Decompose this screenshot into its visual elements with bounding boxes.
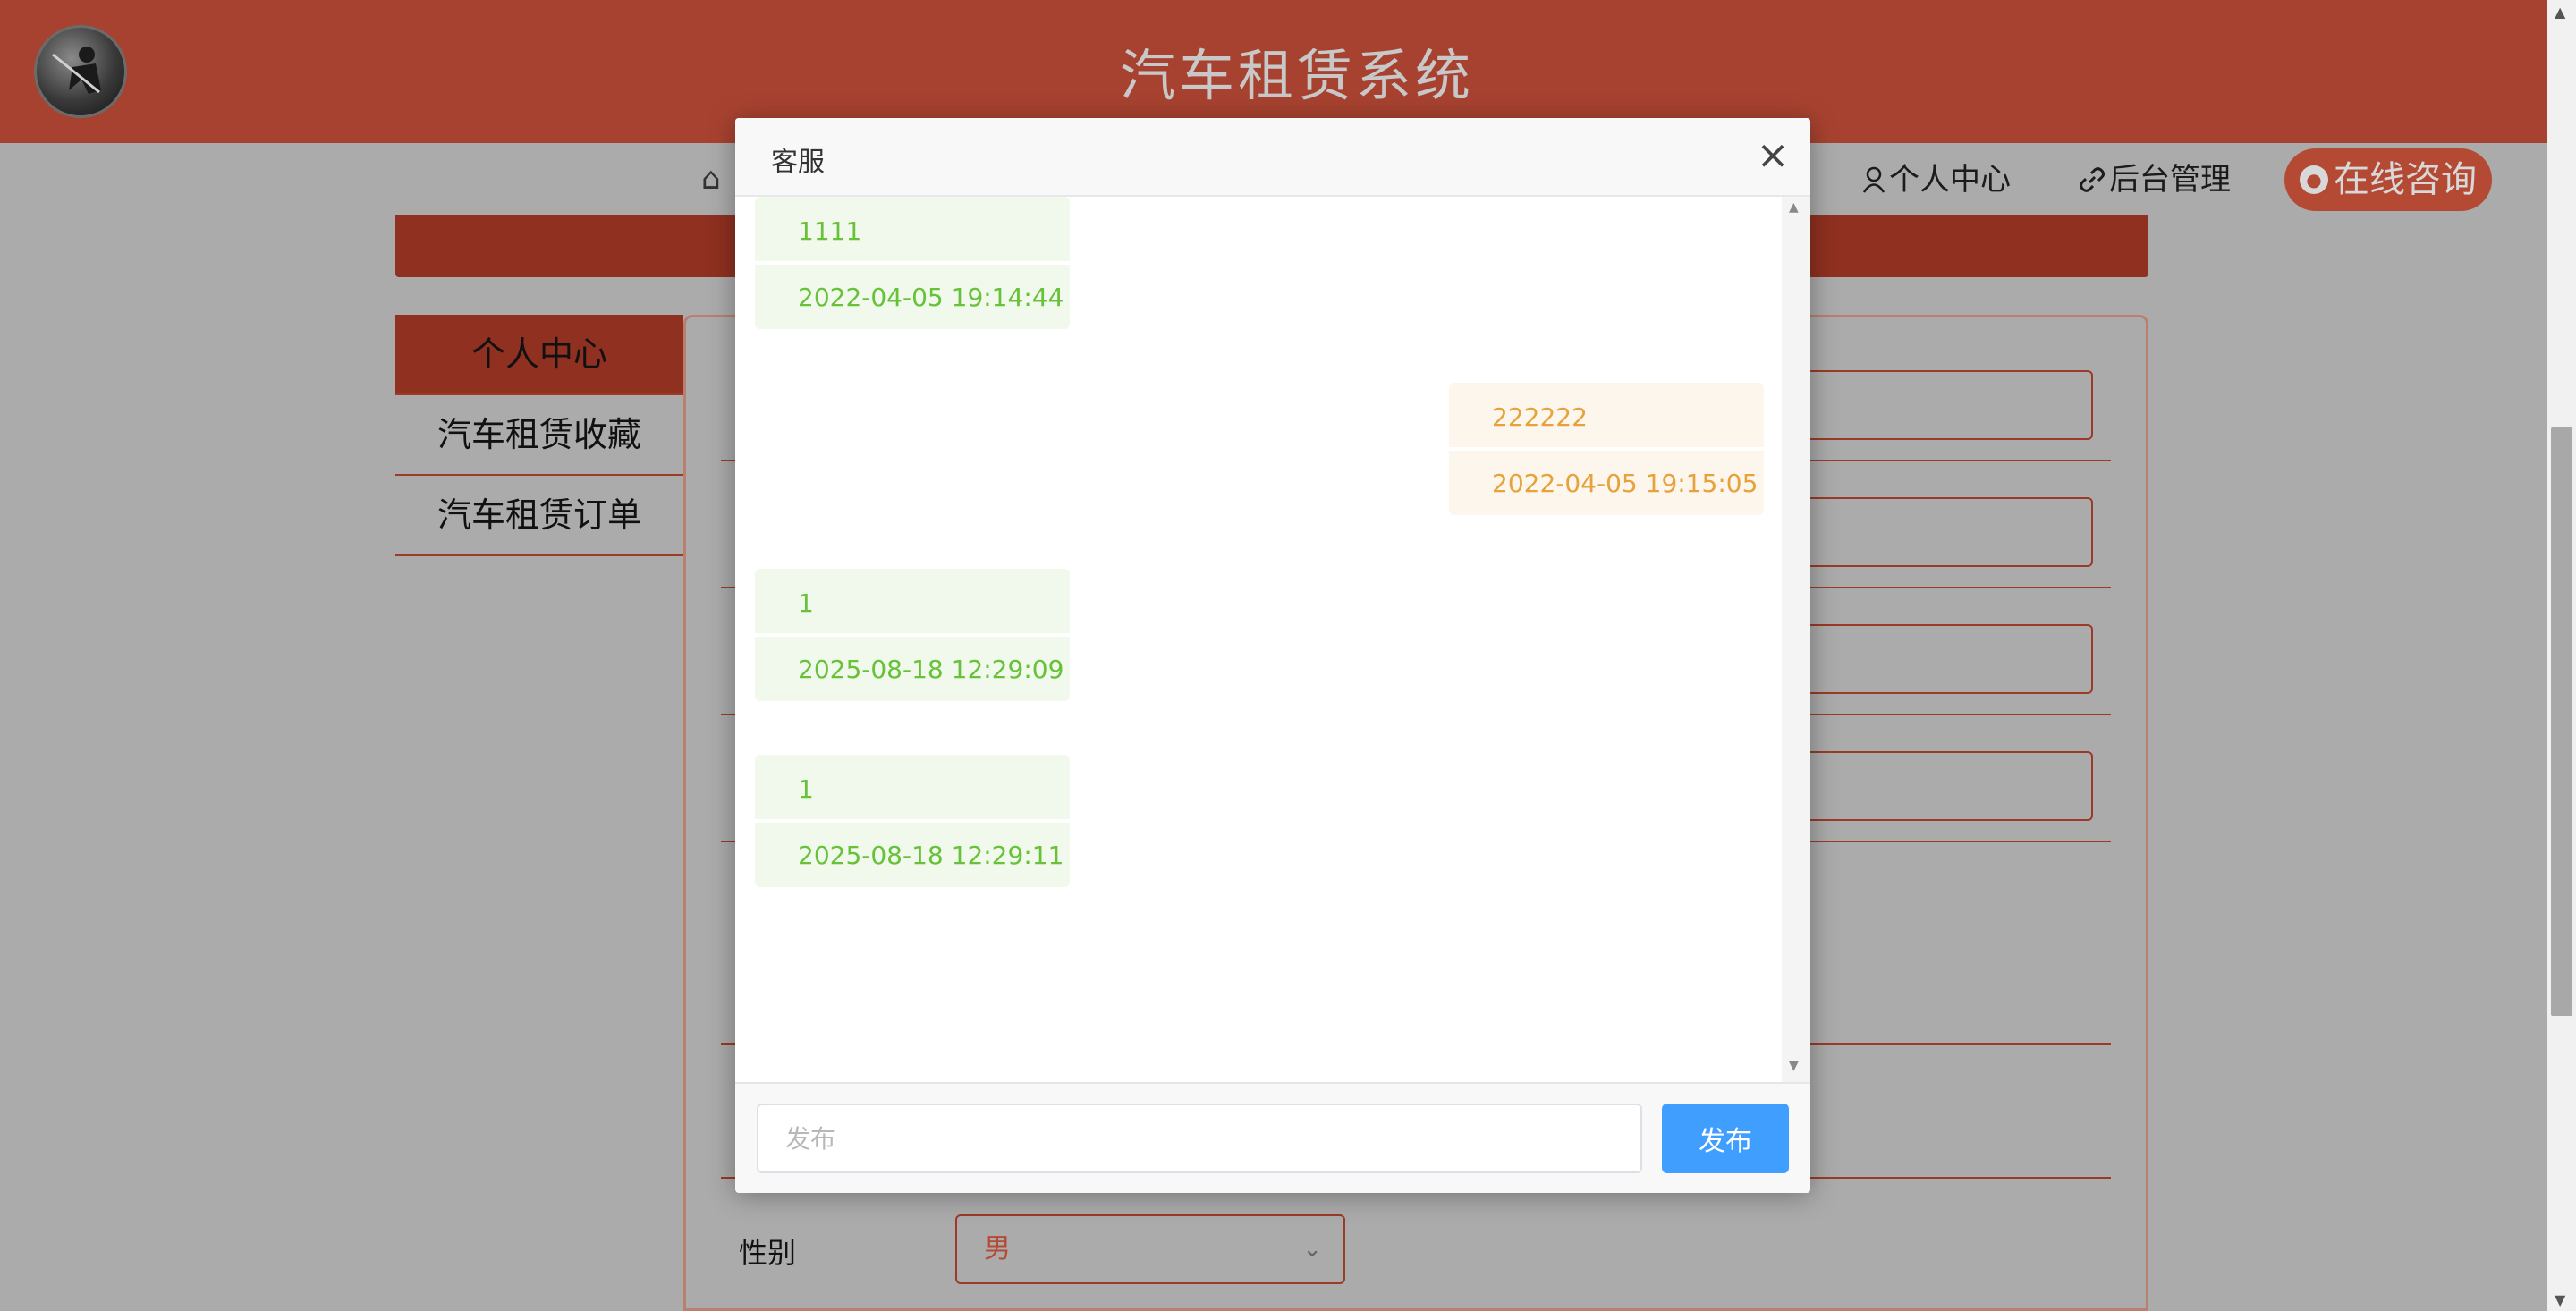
message-text: 1 bbox=[798, 774, 814, 804]
message-timestamp: 2025-08-18 12:29:09 bbox=[798, 655, 1064, 684]
message-timestamp: 2022-04-05 19:14:44 bbox=[798, 283, 1064, 312]
message-input[interactable] bbox=[757, 1104, 1642, 1173]
close-icon[interactable]: × bbox=[1751, 134, 1794, 177]
message-divider bbox=[755, 633, 1070, 637]
message-text: 1111 bbox=[798, 216, 862, 246]
chat-message: 1 2025-08-18 12:29:11 bbox=[755, 755, 1070, 887]
page: 汽车租赁系统 ⌂ 个人中心 后台管理 ● 在线咨询 个人中心 汽车租赁收藏 汽车… bbox=[0, 0, 2576, 1311]
dialog-footer: 发布 bbox=[735, 1082, 1810, 1193]
dialog-title: 客服 bbox=[771, 147, 825, 178]
scroll-up-icon[interactable]: ▲ bbox=[1789, 200, 1799, 215]
message-divider bbox=[1449, 447, 1764, 451]
scroll-up-icon[interactable]: ▲ bbox=[2555, 4, 2565, 21]
chat-message: 222222 2022-04-05 19:15:05 bbox=[1449, 383, 1764, 515]
chat-scrollbar[interactable]: ▲ ▼ bbox=[1782, 197, 1810, 1082]
send-button[interactable]: 发布 bbox=[1662, 1104, 1789, 1173]
message-timestamp: 2022-04-05 19:15:05 bbox=[1492, 469, 1758, 498]
message-text: 1 bbox=[798, 588, 814, 618]
chat-messages: 1111 2022-04-05 19:14:44 222222 2022-04-05 … bbox=[735, 197, 1782, 1082]
chat-scroll-thumb[interactable] bbox=[1785, 220, 1807, 1048]
scroll-down-icon[interactable]: ▼ bbox=[1789, 1059, 1799, 1073]
chat-message: 1111 2022-04-05 19:14:44 bbox=[755, 197, 1070, 329]
customer-service-dialog: 客服 × 1111 2022-04-05 19:14:44 222222 2022-0… bbox=[735, 118, 1810, 1193]
scroll-down-icon[interactable]: ▼ bbox=[2555, 1291, 2565, 1308]
message-divider bbox=[755, 819, 1070, 823]
chat-message: 1 2025-08-18 12:29:09 bbox=[755, 569, 1070, 701]
message-text: 222222 bbox=[1492, 402, 1588, 432]
message-timestamp: 2025-08-18 12:29:11 bbox=[798, 841, 1064, 870]
page-scroll-thumb[interactable] bbox=[2551, 427, 2572, 1016]
dialog-header: 客服 × bbox=[735, 118, 1810, 197]
message-divider bbox=[755, 261, 1070, 265]
